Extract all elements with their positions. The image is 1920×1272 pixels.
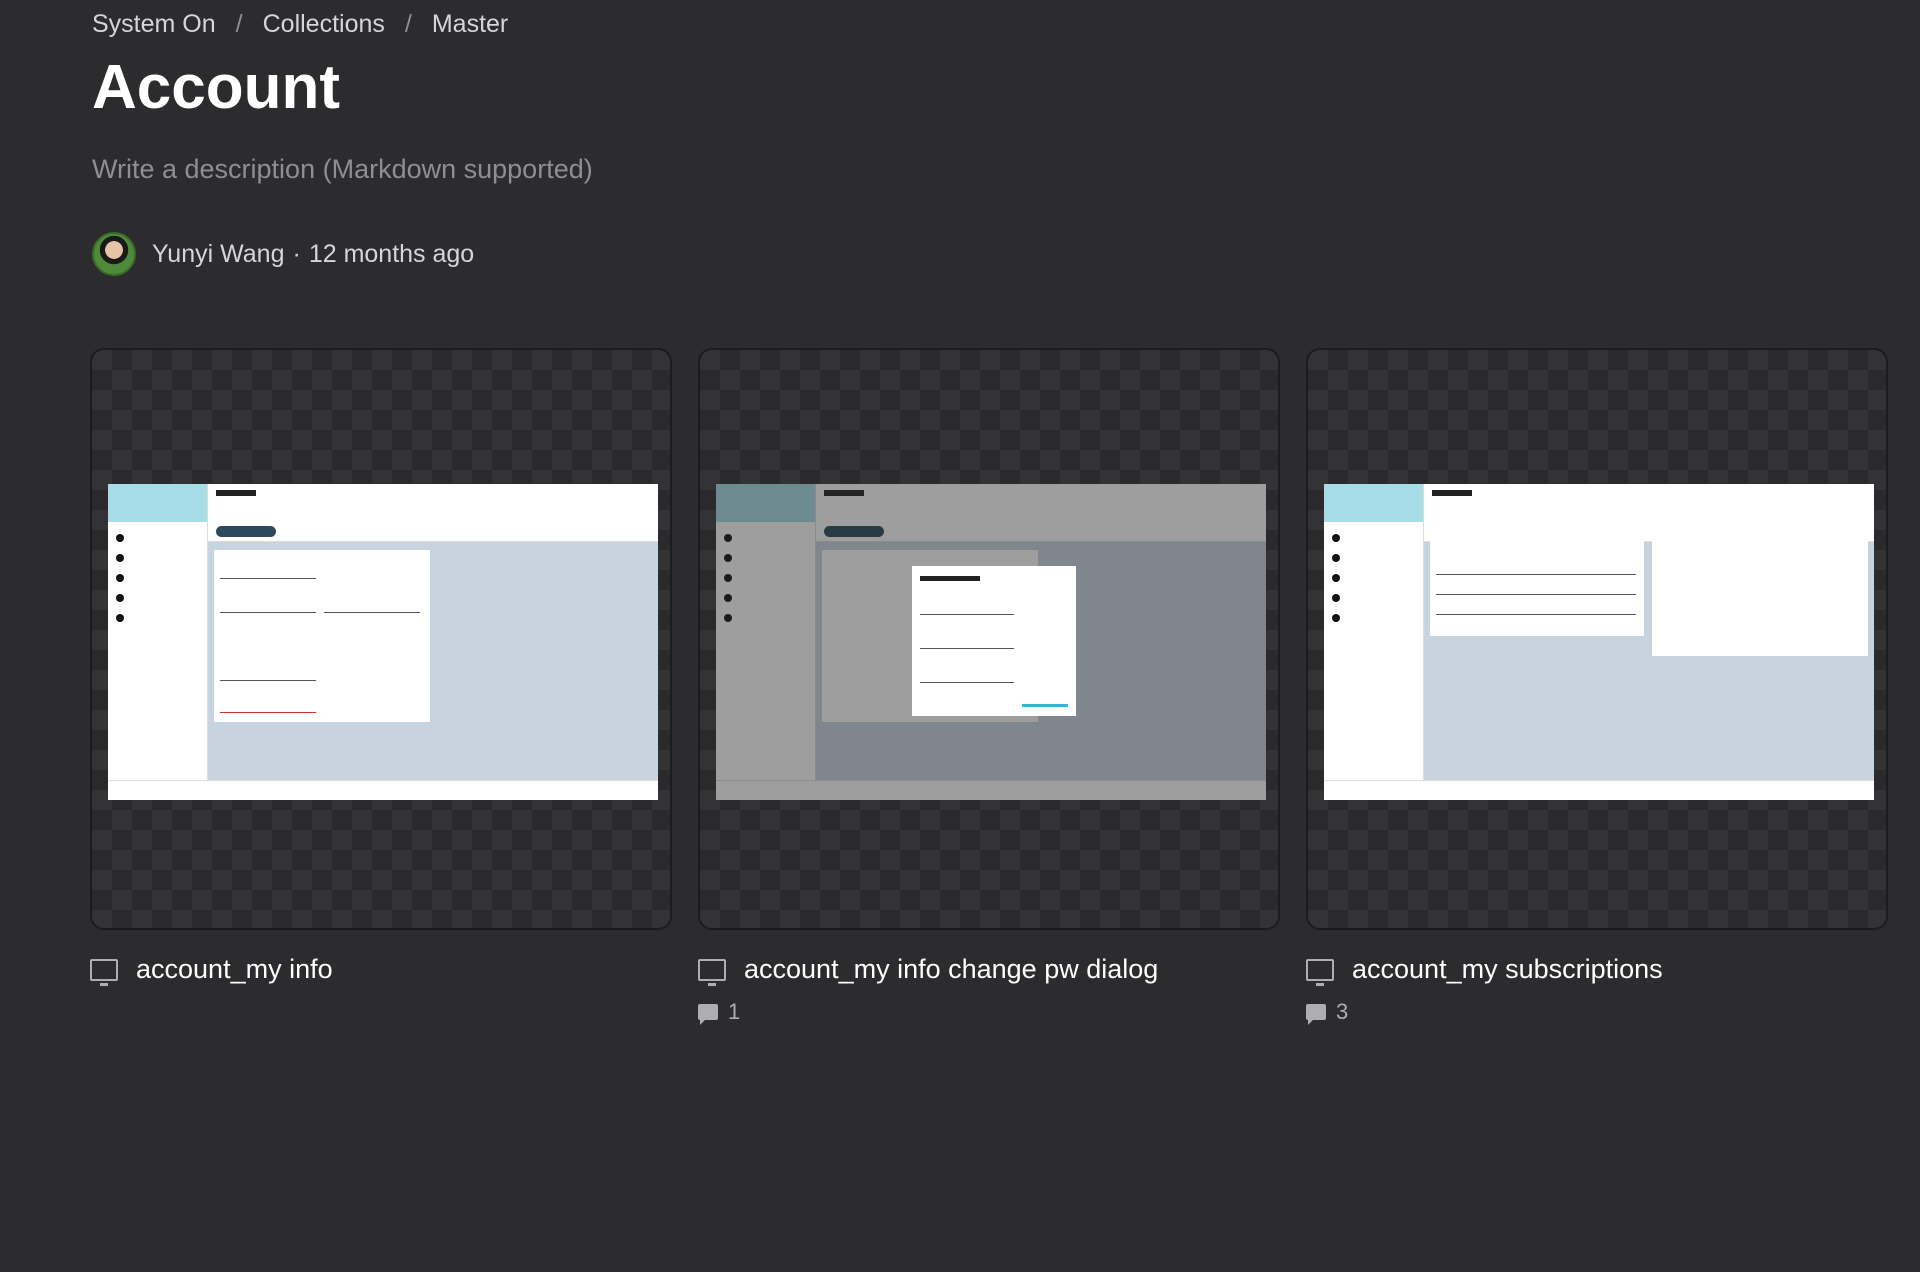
screen-icon — [1306, 958, 1334, 986]
author-name: Yunyi Wang — [152, 239, 285, 268]
author-info: Yunyi Wang · 12 months ago — [92, 232, 474, 276]
dialog-preview — [912, 566, 1076, 716]
comment-count[interactable]: 1 — [698, 999, 1280, 1025]
description-field[interactable]: Write a description (Markdown supported) — [92, 154, 593, 185]
avatar[interactable] — [92, 232, 136, 276]
author-time: 12 months ago — [308, 239, 475, 268]
thumbnail-preview — [108, 484, 658, 800]
comment-icon — [1306, 1004, 1326, 1025]
screen-card[interactable]: account_my info — [90, 348, 672, 1025]
screen-icon — [698, 958, 726, 986]
comment-count-value: 3 — [1336, 999, 1349, 1024]
comment-count[interactable]: 3 — [1306, 999, 1888, 1025]
card-title: account_my info change pw dialog — [744, 954, 1159, 984]
breadcrumb-master[interactable]: Master — [432, 10, 508, 39]
breadcrumb-collections[interactable]: Collections — [263, 10, 385, 39]
screen-thumbnail[interactable] — [698, 348, 1280, 930]
screen-grid: account_my info account_my info change p… — [90, 348, 1888, 1025]
thumbnail-preview — [1324, 484, 1874, 800]
breadcrumb: System On / Collections / Master — [92, 10, 508, 39]
screen-thumbnail[interactable] — [1306, 348, 1888, 930]
comment-icon — [698, 1004, 718, 1025]
breadcrumb-separator: / — [235, 10, 243, 38]
card-title: account_my subscriptions — [1352, 954, 1663, 984]
author-separator: · — [292, 239, 301, 268]
page-title[interactable]: Account — [92, 52, 340, 123]
comment-count-value: 1 — [728, 999, 741, 1024]
thumbnail-preview — [716, 484, 1266, 800]
screen-thumbnail[interactable] — [90, 348, 672, 930]
screen-icon — [90, 958, 118, 986]
screen-card[interactable]: account_my subscriptions 3 — [1306, 348, 1888, 1025]
breadcrumb-system-on[interactable]: System On — [92, 10, 216, 39]
card-title-row[interactable]: account_my info — [90, 954, 672, 986]
card-title-row[interactable]: account_my subscriptions — [1306, 954, 1888, 986]
card-title-row[interactable]: account_my info change pw dialog — [698, 954, 1280, 986]
screen-card[interactable]: account_my info change pw dialog 1 — [698, 348, 1280, 1025]
breadcrumb-separator: / — [404, 10, 412, 38]
card-title: account_my info — [136, 954, 333, 984]
